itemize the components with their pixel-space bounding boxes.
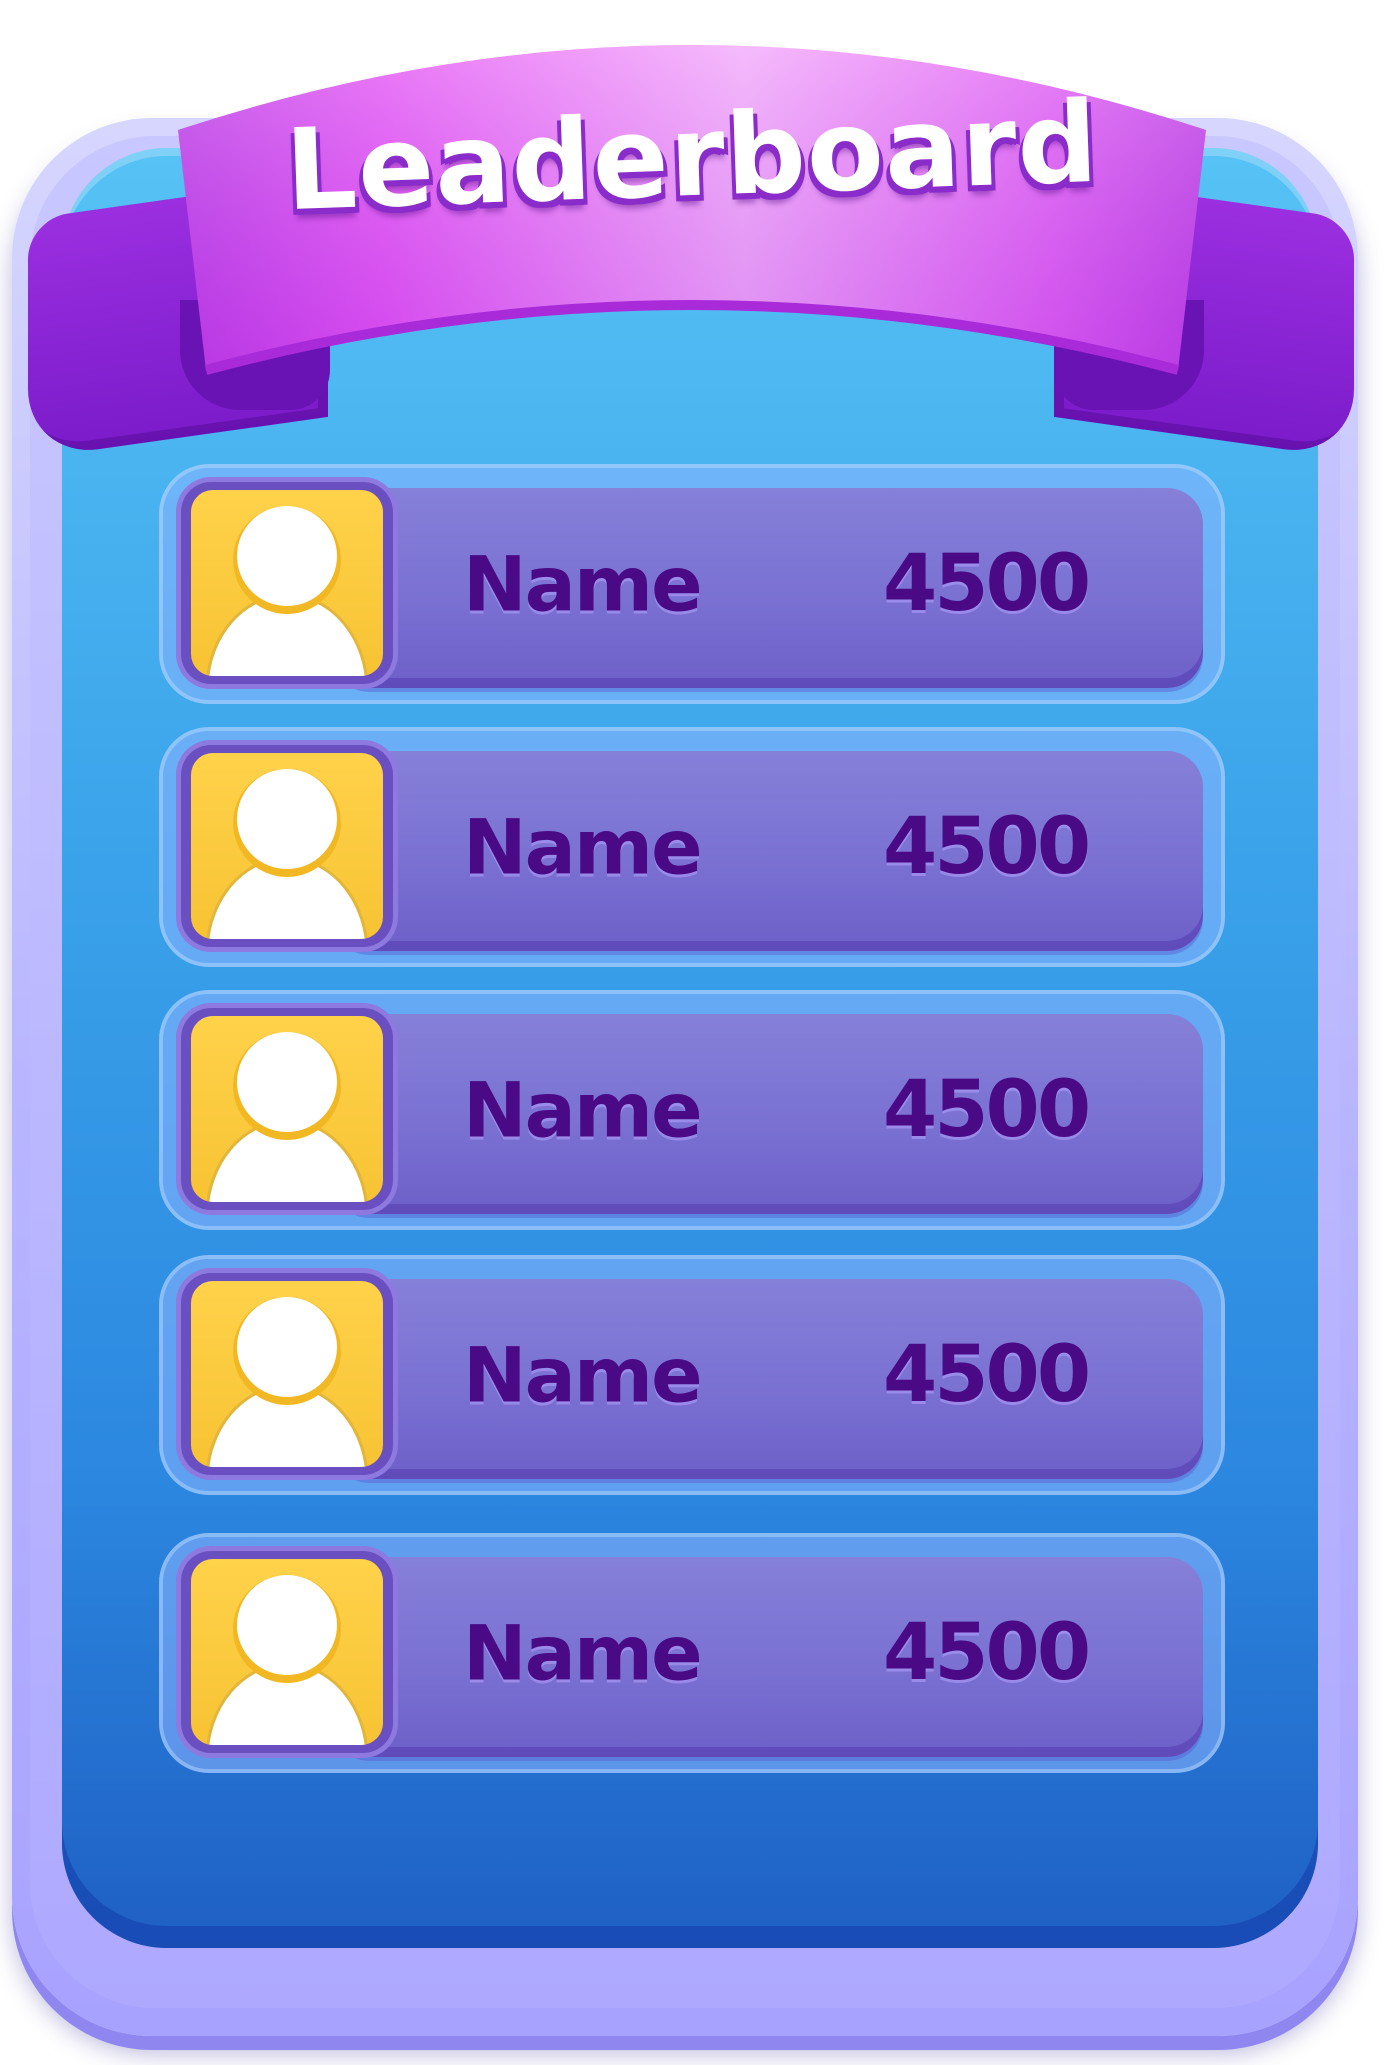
player-score: 4500 xyxy=(883,1065,1091,1155)
avatar xyxy=(181,1008,393,1210)
player-name: Name xyxy=(463,539,703,629)
user-avatar-icon xyxy=(206,769,368,939)
avatar xyxy=(181,1273,393,1475)
player-name: Name xyxy=(463,1330,703,1420)
leaderboard-row[interactable]: Name 4500 xyxy=(163,1259,1221,1491)
title-ribbon: Leaderboard xyxy=(178,0,1206,380)
avatar xyxy=(181,1551,393,1753)
player-name: Name xyxy=(463,1065,703,1155)
player-name: Name xyxy=(463,802,703,892)
leaderboard-row[interactable]: Name 4500 xyxy=(163,731,1221,963)
leaderboard-row[interactable]: Name 4500 xyxy=(163,1537,1221,1769)
player-score: 4500 xyxy=(883,1608,1091,1698)
player-score: 4500 xyxy=(883,802,1091,892)
user-avatar-icon xyxy=(206,1575,368,1745)
leaderboard-row[interactable]: Name 4500 xyxy=(163,468,1221,700)
leaderboard-screen: Leaderboard Name 4500 Name 4500 Name 450… xyxy=(0,0,1384,2065)
avatar xyxy=(181,482,393,684)
leaderboard-row[interactable]: Name 4500 xyxy=(163,994,1221,1226)
user-avatar-icon xyxy=(206,1297,368,1467)
player-score: 4500 xyxy=(883,1330,1091,1420)
avatar xyxy=(181,745,393,947)
user-avatar-icon xyxy=(206,506,368,676)
player-name: Name xyxy=(463,1608,703,1698)
player-score: 4500 xyxy=(883,539,1091,629)
user-avatar-icon xyxy=(206,1032,368,1202)
